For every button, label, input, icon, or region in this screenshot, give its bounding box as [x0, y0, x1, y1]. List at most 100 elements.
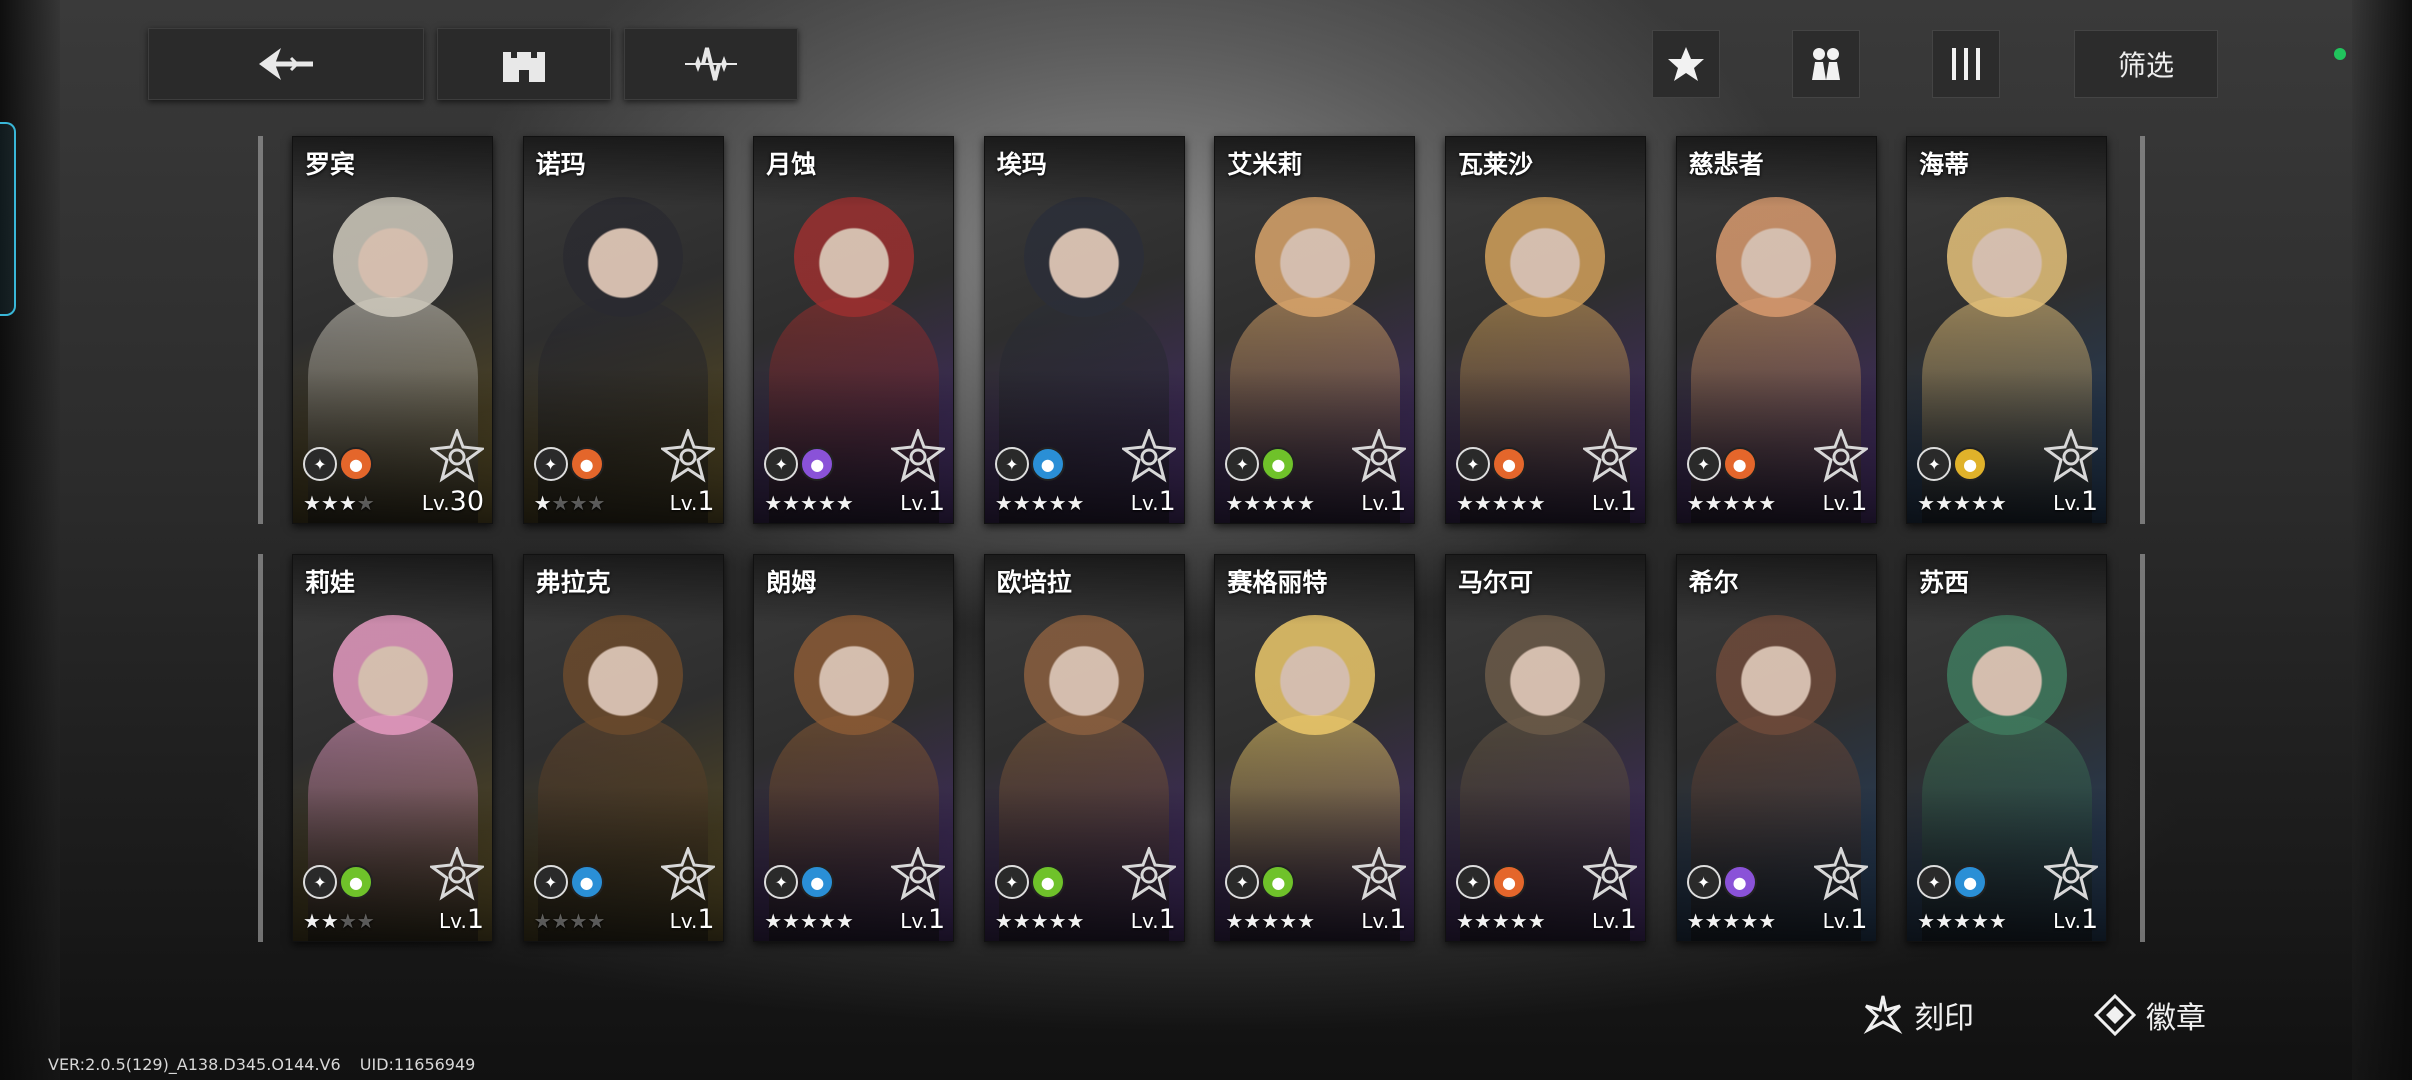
grid-left-edge: [258, 136, 263, 524]
level-prefix: Lv.: [1822, 909, 1851, 933]
badge-label: 徽章: [2146, 1001, 2206, 1036]
emblem-icon: [1582, 847, 1637, 901]
emblem-icon: [2044, 429, 2099, 483]
character-name: 罗宾: [305, 150, 356, 179]
character-card-7[interactable]: 慈悲者 ✦ ● ★★★★★ Lv.1: [1675, 136, 1877, 524]
character-card-11[interactable]: 朗姆 ✦ ● ★★★★★ Lv.1: [753, 554, 955, 942]
wind-icon: ●: [339, 865, 373, 899]
stars-filled: ★★★★★: [764, 491, 854, 515]
stars-filled: ★★★★★: [1917, 491, 2007, 515]
flower-icon: ✦: [1917, 865, 1952, 899]
character-name: 希尔: [1688, 568, 1739, 597]
stars-filled: ★★★★★: [1455, 491, 1546, 515]
character-card-1[interactable]: 罗宾 ✦ ● ★★★★ Lv.30: [292, 136, 493, 524]
character-card-4[interactable]: 埃玛 ✦ ● ★★★★★ Lv.1: [983, 136, 1185, 524]
badge-button[interactable]: 徽章: [2094, 990, 2206, 1040]
grid-right-edge: [2140, 136, 2145, 524]
level-value: 1: [1158, 486, 1176, 517]
character-name: 瓦莱沙: [1457, 150, 1533, 179]
emblem-icon: [1813, 429, 1868, 483]
water-icon: ●: [800, 865, 835, 899]
star-rating: ★★★★: [534, 909, 606, 933]
character-card-16[interactable]: 苏西 ✦ ● ★★★★★ Lv.1: [1906, 554, 2108, 942]
level-label: Lv.1: [1823, 904, 1868, 935]
level-prefix: Lv.: [1591, 909, 1620, 933]
level-label: Lv.1: [439, 904, 484, 935]
emblem-icon: [430, 847, 484, 901]
character-card-8[interactable]: 海蒂 ✦ ● ★★★★★ Lv.1: [1906, 136, 2108, 524]
character-card-3[interactable]: 月蚀 ✦ ● ★★★★★ Lv.1: [753, 136, 955, 524]
level-label: Lv.1: [900, 904, 945, 935]
fire-icon: ●: [1491, 447, 1526, 481]
level-prefix: Lv.: [900, 909, 928, 933]
character-grid: 罗宾 ✦ ● ★★★★ Lv.30 诺玛 ✦ ● ★★★★ Lv.1 月蚀 ✦ …: [292, 136, 2112, 944]
imprint-button[interactable]: 刻印: [1862, 990, 1974, 1040]
star-icon: [1668, 47, 1704, 81]
level-prefix: Lv.: [439, 909, 467, 933]
character-name: 月蚀: [766, 150, 817, 179]
castle-icon: [503, 52, 545, 82]
character-name: 埃玛: [996, 150, 1047, 179]
sort-button[interactable]: [1932, 30, 2000, 98]
void-icon: ●: [1722, 865, 1757, 899]
fire-icon: ●: [1722, 447, 1757, 481]
stars-empty: ★: [356, 491, 375, 515]
formation-button[interactable]: [624, 28, 798, 100]
stars-filled: ★★★★★: [994, 909, 1085, 933]
stars-empty: ★★★: [551, 491, 606, 515]
fire-icon: ●: [339, 447, 373, 481]
back-arrow-icon: [259, 48, 313, 80]
sword-icon: ✦: [1917, 447, 1952, 481]
character-card-13[interactable]: 赛格丽特 ✦ ● ★★★★★ Lv.1: [1214, 554, 1416, 942]
filter-label: 筛选: [2117, 49, 2174, 82]
character-card-5[interactable]: 艾米莉 ✦ ● ★★★★★ Lv.1: [1214, 136, 1416, 524]
character-card-14[interactable]: 马尔可 ✦ ● ★★★★★ Lv.1: [1444, 554, 1646, 942]
character-card-15[interactable]: 希尔 ✦ ● ★★★★★ Lv.1: [1675, 554, 1877, 942]
wind-icon: ●: [1030, 865, 1065, 899]
side-drawer-tab[interactable]: [0, 122, 16, 316]
star-rating: ★★★★★: [1687, 491, 1777, 515]
character-card-9[interactable]: 莉娃 ✦ ● ★★★★ Lv.1: [292, 554, 493, 942]
character-card-10[interactable]: 弗拉克 ✦ ● ★★★★ Lv.1: [522, 554, 724, 942]
base-button[interactable]: [437, 28, 611, 100]
character-card-2[interactable]: 诺玛 ✦ ● ★★★★ Lv.1: [522, 136, 724, 524]
water-icon: ●: [1953, 865, 1988, 899]
water-icon: ●: [1030, 447, 1065, 481]
level-prefix: Lv.: [669, 909, 698, 933]
level-value: 1: [928, 904, 946, 935]
level-label: Lv.1: [1131, 904, 1176, 935]
filter-button[interactable]: 筛选: [2074, 30, 2218, 98]
character-name: 诺玛: [535, 150, 586, 179]
character-card-12[interactable]: 欧培拉 ✦ ● ★★★★★ Lv.1: [983, 554, 1185, 942]
character-card-6[interactable]: 瓦莱沙 ✦ ● ★★★★★ Lv.1: [1444, 136, 1646, 524]
right-vine-decoration: [2352, 0, 2412, 1080]
star-rating: ★★★★: [303, 491, 375, 515]
level-label: Lv.1: [2053, 904, 2098, 935]
emblem-icon: [1352, 429, 1407, 483]
character-name: 马尔可: [1457, 568, 1533, 597]
sword-icon: ✦: [764, 865, 799, 899]
emblem-icon: [430, 429, 484, 483]
star-rating: ★★★★★: [1687, 909, 1777, 933]
level-value: 1: [1158, 904, 1176, 935]
uid-text: UID:11656949: [359, 1055, 476, 1074]
stars-filled: ★★★★★: [1225, 491, 1316, 515]
level-prefix: Lv.: [2053, 909, 2081, 933]
level-value: 1: [2080, 486, 2099, 517]
sword-icon: ✦: [533, 447, 568, 481]
character-name: 海蒂: [1919, 150, 1970, 179]
status-dot: [2334, 48, 2346, 60]
emblem-icon: [2044, 847, 2099, 901]
back-button[interactable]: [148, 28, 424, 100]
level-label: Lv.1: [1592, 904, 1637, 935]
level-value: 1: [928, 486, 946, 517]
emblem-icon: [1582, 429, 1637, 483]
wing-icon: ✦: [1455, 447, 1490, 481]
favorite-button[interactable]: [1652, 30, 1720, 98]
emblem-icon: [1121, 429, 1176, 483]
level-label: Lv.1: [1592, 486, 1637, 517]
wing-icon: ✦: [1686, 865, 1721, 899]
level-value: 1: [2080, 904, 2099, 935]
emblem-icon: [660, 429, 715, 483]
group-button[interactable]: [1792, 30, 1860, 98]
